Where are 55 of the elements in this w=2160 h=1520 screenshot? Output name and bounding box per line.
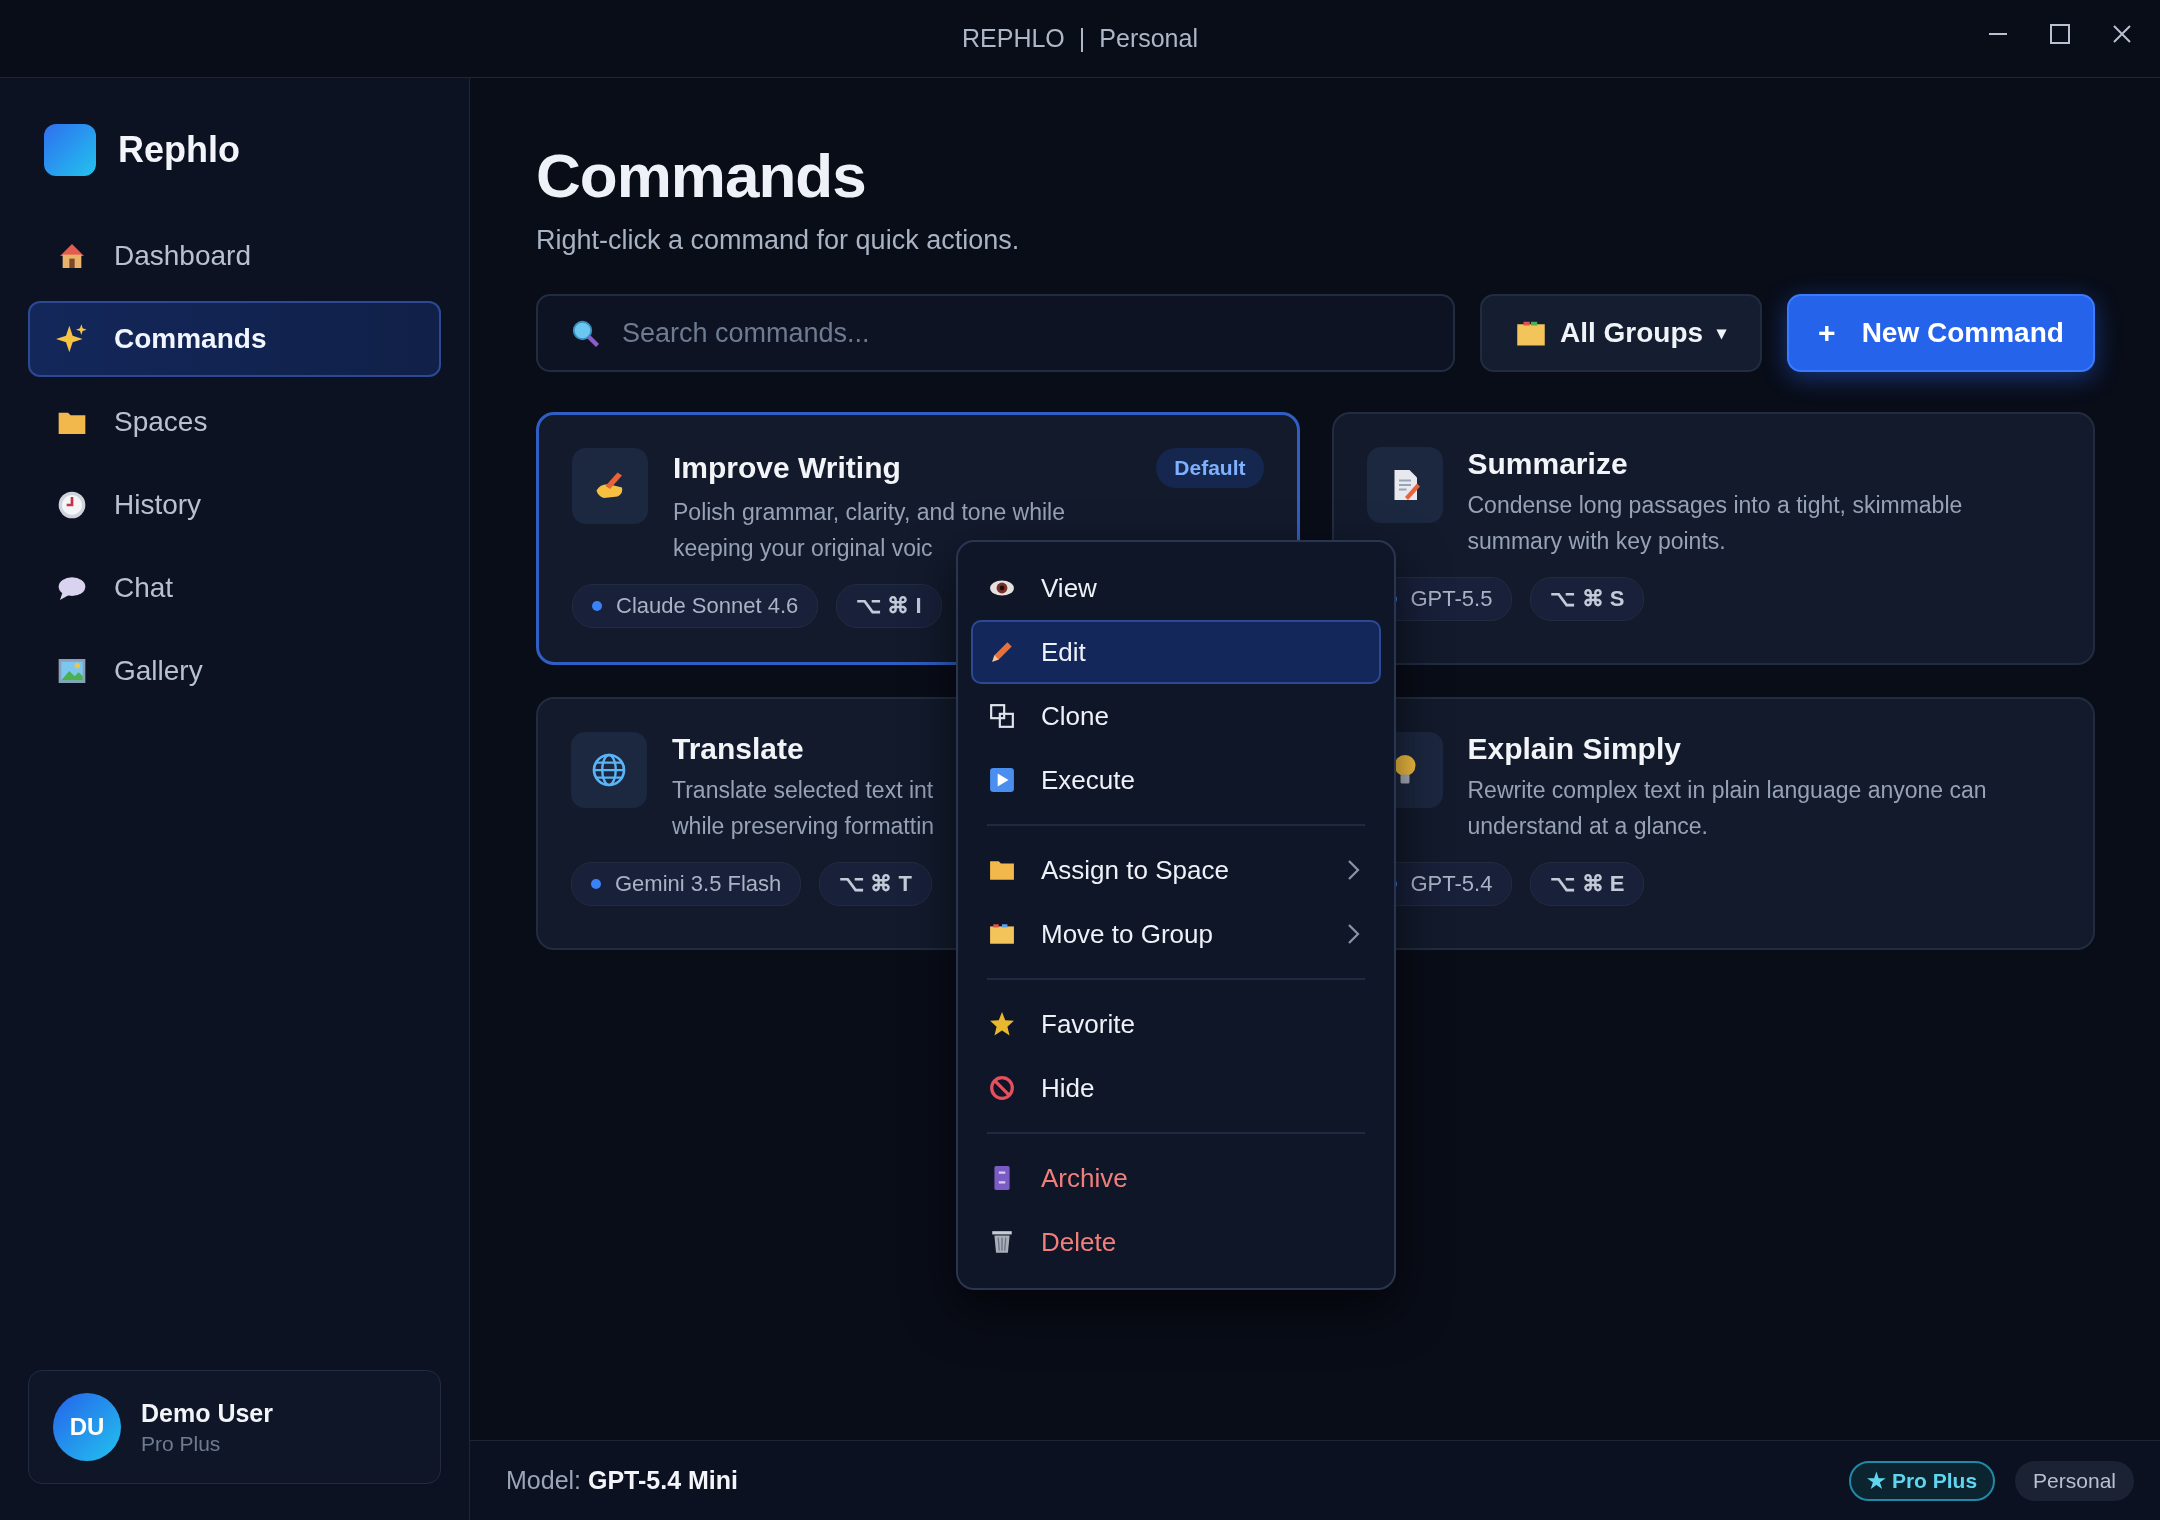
squares-icon — [989, 703, 1015, 729]
menu-item[interactable]: Favorite — [971, 992, 1381, 1056]
menu-item[interactable]: Archive — [971, 1146, 1381, 1210]
command-description: Rewrite complex text in plain language anyone can understand at a glance. — [1467, 776, 1987, 841]
brand-name: Rephlo — [118, 129, 240, 171]
command-description: Condense long passages into a tight, skimmable summary with key points. — [1467, 491, 1963, 556]
menu-item[interactable]: Hide — [971, 1056, 1381, 1120]
command-title: Explain Simply — [1467, 732, 1681, 766]
sidebar-item[interactable]: Chat — [28, 550, 441, 626]
trash-icon — [989, 1229, 1015, 1255]
sidebar-item[interactable]: Gallery — [28, 633, 441, 709]
model-chip: Claude Sonnet 4.6 — [572, 584, 819, 628]
page-subtitle: Right-click a command for quick actions. — [536, 225, 1021, 256]
user-card[interactable]: DU Demo User Pro Plus — [28, 1370, 441, 1484]
command-card[interactable]: Summarize Condense long passages into a tight, skimmable summary with key points. GPT-5.5 ⌥ ⌘ S — [1331, 412, 2095, 665]
shortcut-chip: ⌥ ⌘ E — [1530, 862, 1645, 906]
model-chip: Gemini 3.5 Flash — [571, 862, 802, 906]
default-badge: Default — [1156, 448, 1264, 488]
shortcut-chip: ⌥ ⌘ S — [1530, 577, 1645, 621]
menu-item[interactable]: Edit — [971, 620, 1381, 684]
prohibited-icon — [989, 1075, 1015, 1101]
new-command-button[interactable]: + New Command — [1787, 294, 2095, 372]
shortcut-chip: ⌥ ⌘ I — [836, 584, 942, 628]
user-plan: Pro Plus — [141, 1431, 222, 1456]
command-title: Summarize — [1467, 447, 1628, 481]
group-filter-dropdown[interactable]: All Groups ▾ — [1480, 294, 1762, 372]
sparkle-icon — [56, 323, 88, 355]
workspace-badge: Personal — [2015, 1460, 2134, 1501]
workspace-title: Personal — [1099, 24, 1198, 53]
logo-icon — [44, 124, 96, 176]
pencil-icon — [989, 639, 1015, 665]
command-title: Improve Writing — [673, 451, 901, 485]
command-description: Translate selected text int while preserving formattin — [672, 776, 935, 841]
sidebar-item[interactable]: History — [28, 467, 441, 543]
search-field[interactable]: Search commands... — [536, 294, 1455, 372]
search-icon — [570, 318, 600, 348]
sidebar-item[interactable]: Dashboard — [28, 218, 441, 294]
title-separator: | — [1078, 24, 1086, 53]
shortcut-chip: ⌥ ⌘ T — [819, 862, 932, 906]
folder-icon — [989, 921, 1015, 947]
user-avatar: DU — [53, 1393, 121, 1461]
menu-item[interactable]: Delete — [971, 1210, 1381, 1274]
page-title: Commands — [536, 140, 867, 211]
globe-icon — [591, 752, 627, 788]
sidebar-item[interactable]: Spaces — [28, 384, 441, 460]
maximize-icon[interactable] — [2048, 22, 2072, 46]
clock-icon — [56, 489, 88, 521]
plan-badge: ★ Pro Plus — [1849, 1460, 1996, 1501]
model-label: Model: GPT-5.4 Mini — [506, 1466, 739, 1495]
app-title: REPHLO — [962, 24, 1065, 53]
star-icon — [989, 1011, 1015, 1037]
command-title: Translate — [672, 732, 804, 766]
user-name: Demo User — [141, 1398, 273, 1428]
play-icon — [989, 767, 1015, 793]
sidebar-item[interactable]: Commands — [28, 301, 441, 377]
